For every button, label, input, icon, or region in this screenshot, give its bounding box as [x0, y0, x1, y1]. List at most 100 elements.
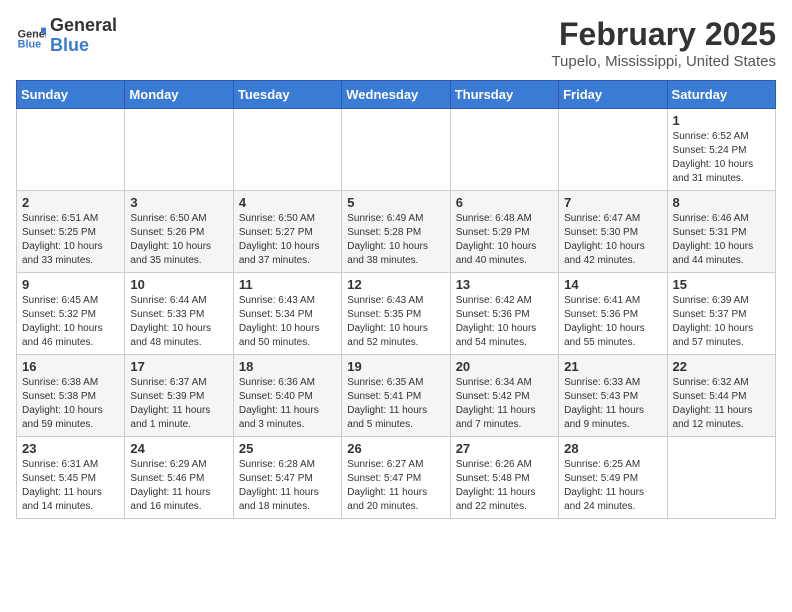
day-number: 10 — [130, 277, 227, 292]
day-number: 4 — [239, 195, 336, 210]
day-number: 8 — [673, 195, 770, 210]
logo-general-text: General — [50, 16, 117, 36]
day-info: Sunrise: 6:33 AM Sunset: 5:43 PM Dayligh… — [564, 376, 661, 432]
logo-icon: General Blue — [16, 21, 46, 51]
calendar-cell: 17 Sunrise: 6:37 AM Sunset: 5:39 PM Dayli… — [125, 355, 233, 437]
svg-text:Blue: Blue — [18, 38, 41, 50]
calendar-body: 1 Sunrise: 6:52 AM Sunset: 5:24 PM Daylig… — [17, 109, 776, 519]
day-info: Sunrise: 6:43 AM Sunset: 5:34 PM Dayligh… — [239, 294, 336, 350]
calendar-week-1: 2 Sunrise: 6:51 AM Sunset: 5:25 PM Daylig… — [17, 191, 776, 273]
calendar-cell — [342, 109, 450, 191]
day-info: Sunrise: 6:26 AM Sunset: 5:48 PM Dayligh… — [456, 458, 553, 514]
calendar-cell: 22Sunrise: 6:32 AM Sunset: 5:44 PM Dayli… — [667, 355, 775, 437]
weekday-header-tuesday: Tuesday — [233, 81, 341, 109]
day-info: Sunrise: 6:29 AM Sunset: 5:46 PM Dayligh… — [130, 458, 227, 514]
calendar-cell: 21 Sunrise: 6:33 AM Sunset: 5:43 PM Dayli… — [559, 355, 667, 437]
calendar-cell: 25Sunrise: 6:28 AM Sunset: 5:47 PM Dayli… — [233, 437, 341, 519]
calendar-cell — [17, 109, 125, 191]
day-info: Sunrise: 6:32 AM Sunset: 5:44 PM Dayligh… — [673, 376, 770, 432]
calendar-cell: 7 Sunrise: 6:47 AM Sunset: 5:30 PM Daylig… — [559, 191, 667, 273]
weekday-header-thursday: Thursday — [450, 81, 558, 109]
calendar-cell: 9 Sunrise: 6:45 AM Sunset: 5:32 PM Daylig… — [17, 273, 125, 355]
calendar-cell: 23 Sunrise: 6:31 AM Sunset: 5:45 PM Dayli… — [17, 437, 125, 519]
day-info: Sunrise: 6:46 AM Sunset: 5:31 PM Dayligh… — [673, 212, 770, 268]
calendar-cell: 18 Sunrise: 6:36 AM Sunset: 5:40 PM Dayli… — [233, 355, 341, 437]
calendar-cell: 15 Sunrise: 6:39 AM Sunset: 5:37 PM Dayli… — [667, 273, 775, 355]
weekday-header-saturday: Saturday — [667, 81, 775, 109]
day-number: 23 — [22, 441, 119, 456]
weekday-header-friday: Friday — [559, 81, 667, 109]
day-number: 17 — [130, 359, 227, 374]
day-number: 7 — [564, 195, 661, 210]
calendar-cell — [233, 109, 341, 191]
calendar-cell: 2 Sunrise: 6:51 AM Sunset: 5:25 PM Daylig… — [17, 191, 125, 273]
calendar-week-4: 23 Sunrise: 6:31 AM Sunset: 5:45 PM Dayli… — [17, 437, 776, 519]
day-number: 21 — [564, 359, 661, 374]
calendar-cell: 20 Sunrise: 6:34 AM Sunset: 5:42 PM Dayli… — [450, 355, 558, 437]
day-number: 20 — [456, 359, 553, 374]
day-info: Sunrise: 6:37 AM Sunset: 5:39 PM Dayligh… — [130, 376, 227, 432]
day-info: Sunrise: 6:52 AM Sunset: 5:24 PM Dayligh… — [673, 130, 770, 186]
day-number: 1 — [673, 113, 770, 128]
day-info: Sunrise: 6:43 AM Sunset: 5:35 PM Dayligh… — [347, 294, 444, 350]
day-number: 3 — [130, 195, 227, 210]
day-info: Sunrise: 6:44 AM Sunset: 5:33 PM Dayligh… — [130, 294, 227, 350]
calendar-cell — [667, 437, 775, 519]
day-number: 28 — [564, 441, 661, 456]
day-number: 11 — [239, 277, 336, 292]
calendar-cell: 26 Sunrise: 6:27 AM Sunset: 5:47 PM Dayli… — [342, 437, 450, 519]
day-info: Sunrise: 6:48 AM Sunset: 5:29 PM Dayligh… — [456, 212, 553, 268]
calendar-cell: 12 Sunrise: 6:43 AM Sunset: 5:35 PM Dayli… — [342, 273, 450, 355]
header: General Blue General Blue February 2025 … — [16, 16, 776, 70]
day-info: Sunrise: 6:28 AM Sunset: 5:47 PM Dayligh… — [239, 458, 336, 514]
calendar-cell: 11 Sunrise: 6:43 AM Sunset: 5:34 PM Dayli… — [233, 273, 341, 355]
day-number: 6 — [456, 195, 553, 210]
calendar-cell: 1 Sunrise: 6:52 AM Sunset: 5:24 PM Daylig… — [667, 109, 775, 191]
calendar-cell: 4 Sunrise: 6:50 AM Sunset: 5:27 PM Daylig… — [233, 191, 341, 273]
day-number: 15 — [673, 277, 770, 292]
day-number: 5 — [347, 195, 444, 210]
day-info: Sunrise: 6:47 AM Sunset: 5:30 PM Dayligh… — [564, 212, 661, 268]
calendar-cell: 3 Sunrise: 6:50 AM Sunset: 5:26 PM Daylig… — [125, 191, 233, 273]
calendar-week-2: 9 Sunrise: 6:45 AM Sunset: 5:32 PM Daylig… — [17, 273, 776, 355]
calendar-header: SundayMondayTuesdayWednesdayThursdayFrid… — [17, 81, 776, 109]
day-number: 18 — [239, 359, 336, 374]
day-number: 19 — [347, 359, 444, 374]
day-number: 12 — [347, 277, 444, 292]
calendar-cell: 19Sunrise: 6:35 AM Sunset: 5:41 PM Dayli… — [342, 355, 450, 437]
calendar-week-3: 16Sunrise: 6:38 AM Sunset: 5:38 PM Dayli… — [17, 355, 776, 437]
day-number: 14 — [564, 277, 661, 292]
calendar-cell — [125, 109, 233, 191]
day-number: 9 — [22, 277, 119, 292]
day-number: 26 — [347, 441, 444, 456]
day-info: Sunrise: 6:25 AM Sunset: 5:49 PM Dayligh… — [564, 458, 661, 514]
logo-blue-text: Blue — [50, 36, 117, 56]
day-info: Sunrise: 6:45 AM Sunset: 5:32 PM Dayligh… — [22, 294, 119, 350]
day-info: Sunrise: 6:50 AM Sunset: 5:26 PM Dayligh… — [130, 212, 227, 268]
weekday-header-sunday: Sunday — [17, 81, 125, 109]
calendar-cell — [559, 109, 667, 191]
day-info: Sunrise: 6:34 AM Sunset: 5:42 PM Dayligh… — [456, 376, 553, 432]
calendar-cell: 8 Sunrise: 6:46 AM Sunset: 5:31 PM Daylig… — [667, 191, 775, 273]
day-info: Sunrise: 6:31 AM Sunset: 5:45 PM Dayligh… — [22, 458, 119, 514]
day-number: 2 — [22, 195, 119, 210]
day-number: 24 — [130, 441, 227, 456]
calendar: SundayMondayTuesdayWednesdayThursdayFrid… — [16, 80, 776, 519]
weekday-header-monday: Monday — [125, 81, 233, 109]
weekday-row: SundayMondayTuesdayWednesdayThursdayFrid… — [17, 81, 776, 109]
calendar-cell — [450, 109, 558, 191]
day-info: Sunrise: 6:39 AM Sunset: 5:37 PM Dayligh… — [673, 294, 770, 350]
calendar-cell: 13Sunrise: 6:42 AM Sunset: 5:36 PM Dayli… — [450, 273, 558, 355]
day-info: Sunrise: 6:50 AM Sunset: 5:27 PM Dayligh… — [239, 212, 336, 268]
calendar-cell: 5Sunrise: 6:49 AM Sunset: 5:28 PM Daylig… — [342, 191, 450, 273]
day-info: Sunrise: 6:27 AM Sunset: 5:47 PM Dayligh… — [347, 458, 444, 514]
calendar-week-0: 1 Sunrise: 6:52 AM Sunset: 5:24 PM Daylig… — [17, 109, 776, 191]
calendar-cell: 24 Sunrise: 6:29 AM Sunset: 5:46 PM Dayli… — [125, 437, 233, 519]
day-info: Sunrise: 6:42 AM Sunset: 5:36 PM Dayligh… — [456, 294, 553, 350]
main-title: February 2025 — [551, 16, 776, 53]
weekday-header-wednesday: Wednesday — [342, 81, 450, 109]
calendar-cell: 14Sunrise: 6:41 AM Sunset: 5:36 PM Dayli… — [559, 273, 667, 355]
day-info: Sunrise: 6:36 AM Sunset: 5:40 PM Dayligh… — [239, 376, 336, 432]
day-info: Sunrise: 6:51 AM Sunset: 5:25 PM Dayligh… — [22, 212, 119, 268]
subtitle: Tupelo, Mississippi, United States — [551, 53, 776, 70]
